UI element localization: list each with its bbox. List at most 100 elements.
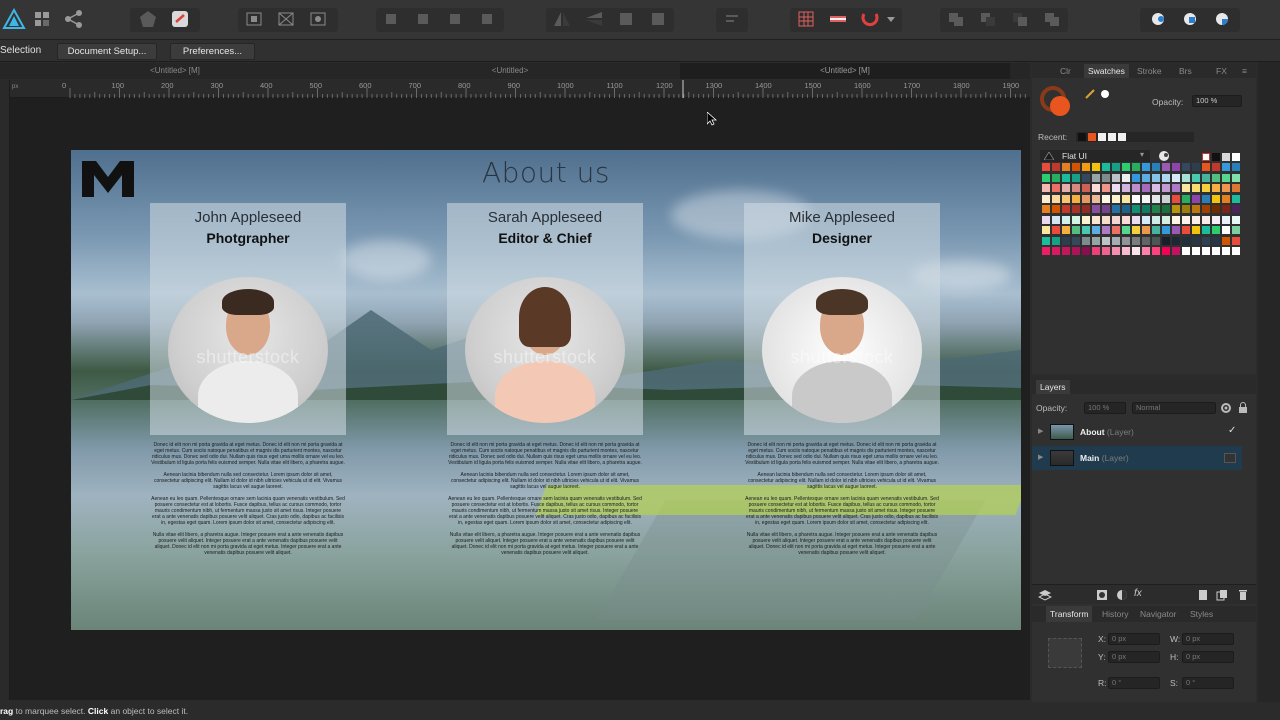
color-swatch[interactable] [1042, 247, 1050, 255]
color-swatch[interactable] [1172, 215, 1180, 224]
tab-color[interactable]: Clr [1060, 66, 1071, 76]
doc-tab-1[interactable]: <Untitled> [M] [10, 63, 340, 79]
color-swatch[interactable] [1232, 184, 1240, 192]
color-swatch[interactable] [1232, 173, 1240, 182]
mask-icon[interactable] [1096, 589, 1108, 601]
color-swatch[interactable] [1062, 215, 1070, 224]
color-swatch[interactable] [1182, 194, 1190, 203]
color-swatch[interactable] [1172, 184, 1180, 192]
color-swatch[interactable] [1072, 215, 1080, 224]
color-swatch[interactable] [1082, 205, 1090, 213]
color-swatch[interactable] [1202, 194, 1210, 203]
align-center-icon[interactable] [242, 8, 266, 30]
color-swatch[interactable] [1092, 205, 1100, 213]
h-field[interactable]: 0 px [1182, 651, 1234, 663]
color-swatch[interactable] [1172, 194, 1180, 203]
tab-brushes[interactable]: Brs [1179, 66, 1192, 76]
color-swatch[interactable] [1202, 226, 1210, 234]
color-swatch[interactable] [1172, 236, 1180, 245]
color-swatch[interactable] [1092, 173, 1100, 182]
color-swatch[interactable] [1102, 247, 1110, 255]
guides-icon[interactable] [826, 8, 850, 30]
color-swatch[interactable] [1042, 226, 1050, 234]
snapping-dropdown-icon[interactable] [884, 8, 898, 30]
color-swatch[interactable] [1212, 215, 1220, 224]
rotate-left-icon[interactable] [614, 8, 638, 30]
color-swatch[interactable] [1222, 215, 1230, 224]
color-swatch[interactable] [1152, 236, 1160, 245]
color-swatch[interactable] [1042, 215, 1050, 224]
color-swatch[interactable] [1052, 236, 1060, 245]
rotate-right-icon[interactable] [646, 8, 670, 30]
color-swatch[interactable] [1182, 205, 1190, 213]
color-swatch[interactable] [1182, 163, 1190, 171]
color-swatch[interactable] [1212, 163, 1220, 171]
color-swatch[interactable] [1222, 194, 1230, 203]
color-swatch[interactable] [1112, 194, 1120, 203]
color-swatch[interactable] [1102, 215, 1110, 224]
color-swatch[interactable] [1072, 205, 1080, 213]
color-swatch[interactable] [1112, 184, 1120, 192]
color-swatch[interactable] [1212, 173, 1220, 182]
fx-icon[interactable]: fx [1134, 588, 1142, 599]
color-swatch[interactable] [1052, 247, 1060, 255]
color-swatch[interactable] [1142, 226, 1150, 234]
palette-selector[interactable]: Flat UI ▾ [1040, 150, 1150, 162]
color-swatch[interactable] [1082, 247, 1090, 255]
color-swatch[interactable] [1142, 173, 1150, 182]
color-swatch[interactable] [1222, 226, 1230, 234]
horizontal-ruler[interactable]: 0 100 200 300 400 500 600 700 800 900 1000 1100 1200… [10, 80, 1030, 98]
color-swatch[interactable] [1202, 215, 1210, 224]
move-back-icon[interactable] [412, 8, 436, 30]
color-swatch[interactable] [1122, 226, 1130, 234]
color-swatch[interactable] [1232, 215, 1240, 224]
tab-swatches[interactable]: Swatches [1084, 64, 1129, 78]
color-swatch[interactable] [1092, 247, 1100, 255]
move-to-back-icon[interactable] [380, 8, 404, 30]
color-panel-icon[interactable] [1178, 8, 1202, 30]
add-layer-icon[interactable] [1198, 589, 1208, 601]
color-swatch[interactable] [1082, 184, 1090, 192]
color-swatch[interactable] [1222, 173, 1230, 182]
expand-arrow-icon[interactable]: ▶ [1038, 453, 1043, 461]
color-swatch[interactable] [1172, 247, 1180, 255]
w-field[interactable]: 0 px [1182, 633, 1234, 645]
duplicate-layer-icon[interactable] [1216, 589, 1228, 601]
layers-tab[interactable]: Layers [1036, 380, 1070, 394]
lock-icon[interactable] [1238, 402, 1248, 414]
color-swatch[interactable] [1102, 226, 1110, 234]
color-swatch[interactable] [1042, 173, 1050, 182]
subtract-boolean-icon[interactable] [976, 8, 1000, 30]
color-swatch[interactable] [1192, 247, 1200, 255]
color-swatch[interactable] [1072, 247, 1080, 255]
color-swatch[interactable] [1192, 215, 1200, 224]
layer-row[interactable]: ▶ About (Layer) ✓ [1032, 420, 1242, 444]
color-swatch[interactable] [1082, 226, 1090, 234]
color-swatch[interactable] [1192, 236, 1200, 245]
color-swatch[interactable] [1062, 184, 1070, 192]
color-swatch[interactable] [1132, 247, 1140, 255]
gear-icon[interactable] [1220, 402, 1232, 414]
x-field[interactable]: 0 px [1108, 633, 1160, 645]
tab-navigator[interactable]: Navigator [1140, 609, 1176, 619]
color-swatch[interactable] [1182, 184, 1190, 192]
color-swatch[interactable] [1072, 173, 1080, 182]
color-swatch[interactable] [1112, 247, 1120, 255]
color-swatch[interactable] [1052, 226, 1060, 234]
divide-boolean-icon[interactable] [1040, 8, 1064, 30]
color-swatch[interactable] [1042, 194, 1050, 203]
color-swatch[interactable] [1232, 194, 1240, 203]
color-swatch[interactable] [1152, 215, 1160, 224]
color-swatch[interactable] [1152, 247, 1160, 255]
color-swatch[interactable] [1182, 226, 1190, 234]
tab-history[interactable]: History [1102, 609, 1128, 619]
color-swatch[interactable] [1222, 236, 1230, 245]
color-swatch[interactable] [1092, 194, 1100, 203]
color-swatch[interactable] [1212, 205, 1220, 213]
artboard[interactable]: About us John Appleseed Photgrapher shut… [71, 150, 1021, 630]
color-swatch[interactable] [1162, 226, 1170, 234]
color-swatch[interactable] [1162, 173, 1170, 182]
color-swatch[interactable] [1062, 194, 1070, 203]
distribute-icon[interactable] [274, 8, 298, 30]
grid-icon[interactable] [794, 8, 818, 30]
